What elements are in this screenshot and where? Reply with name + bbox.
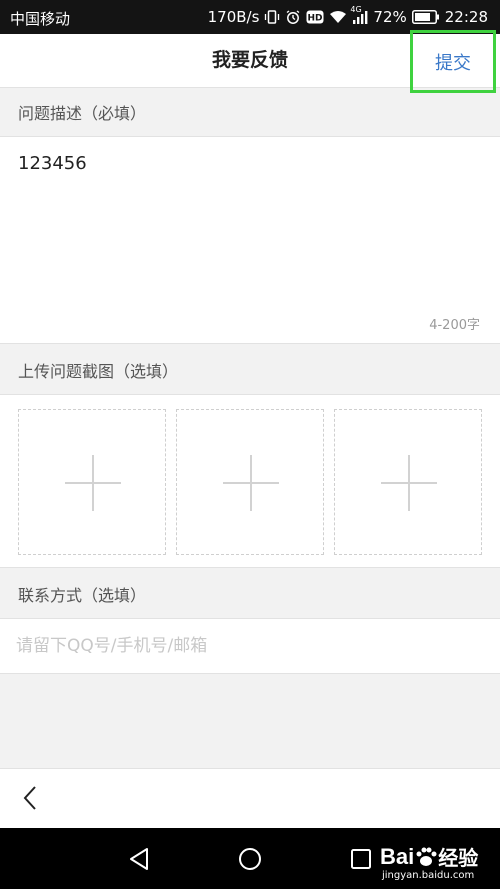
hd-icon: HD (306, 10, 324, 24)
baidu-jingyan-watermark: Bai 经验 jingyan.baidu.com (380, 836, 498, 886)
clock: 22:28 (444, 8, 488, 26)
nav-back-icon[interactable] (125, 844, 155, 874)
description-textarea[interactable]: 123456 4-200字 (0, 136, 500, 344)
battery-icon (411, 10, 440, 24)
status-bar: 中国移动 170B/s HD 4G 72% 22:28 (0, 0, 500, 34)
carrier-name: 中国移动 (10, 10, 71, 28)
nav-home-icon[interactable] (235, 844, 265, 874)
contact-label: 联系方式（选填） (18, 585, 147, 605)
screenshot-upload-area (0, 394, 500, 568)
description-text: 123456 (18, 153, 87, 174)
watermark-url: jingyan.baidu.com (382, 870, 475, 881)
char-counter: 4-200字 (429, 318, 480, 333)
network-type: 4G (350, 5, 362, 14)
contact-field (0, 618, 500, 674)
alarm-icon (285, 9, 301, 25)
watermark-logo: Bai 经验 (380, 843, 479, 871)
contact-input[interactable] (16, 619, 476, 673)
status-indicators: 170B/s HD 4G 72% 22:28 (208, 0, 488, 34)
wifi-icon (329, 9, 347, 25)
paw-icon (416, 847, 437, 866)
upload-slot-3[interactable] (334, 409, 482, 555)
nav-recents-icon[interactable] (346, 844, 376, 874)
back-icon[interactable] (16, 783, 46, 813)
screenshot-label: 上传问题截图（选填） (18, 361, 179, 381)
cell-signal-icon: 4G (350, 5, 368, 25)
bottom-toolbar (0, 768, 500, 828)
upload-slot-2[interactable] (176, 409, 324, 555)
submit-button[interactable]: 提交 (410, 30, 496, 93)
svg-text:HD: HD (308, 14, 323, 24)
net-speed: 170B/s (207, 8, 260, 26)
upload-slot-1[interactable] (18, 409, 166, 555)
description-label: 问题描述（必填） (18, 104, 147, 123)
vibrate-icon (264, 9, 280, 25)
battery-percent: 72% (373, 8, 407, 26)
